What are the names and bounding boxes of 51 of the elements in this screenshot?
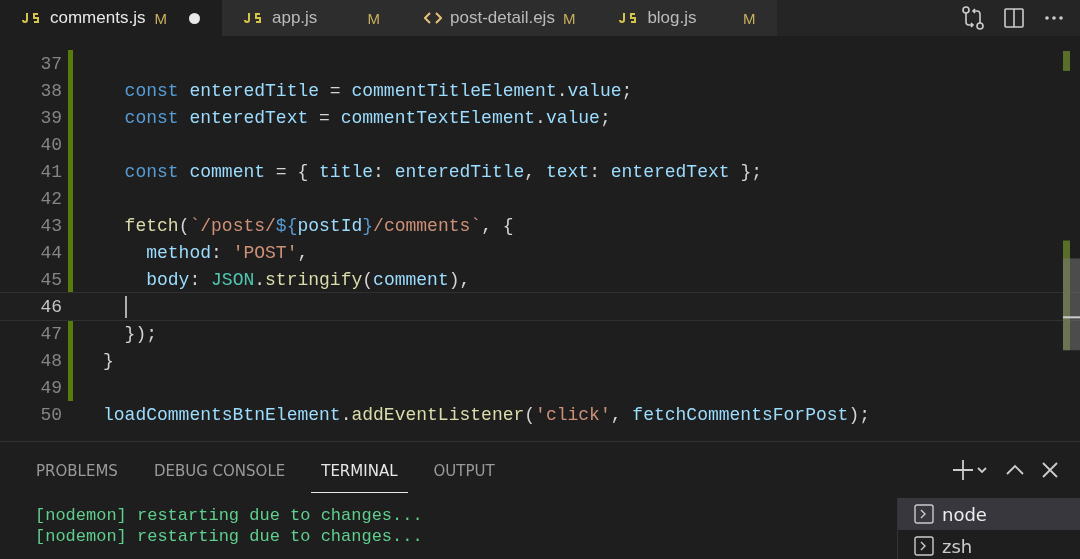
code-line: fetch(`/posts/${postId}/comments`, { [123,215,514,236]
modified-label: M [367,9,380,27]
panel-tab[interactable]: OUTPUT [423,447,505,493]
panel-tab[interactable]: TERMINAL [311,447,408,493]
line-number: 38 [39,80,62,101]
code-line: const enteredTitle = commentTitleElement.value; [123,80,633,101]
panel-tab[interactable]: DEBUG CONSOLE [143,447,296,493]
editor-tab[interactable]: post-detail.ejs M [402,0,598,36]
code-line: loadCommentsBtnElement.addEventListener('click', fetchCommentsForPost); [103,404,870,425]
js-file-icon [22,11,42,25]
line-number: 39 [39,107,62,128]
line-number: 46 [39,296,62,317]
line-number: 49 [39,377,62,398]
code-line: const enteredText = commentTextElement.value; [123,107,611,128]
terminal-item[interactable]: node [898,498,1080,530]
line-number: 42 [39,188,62,209]
panel-tab[interactable]: PROBLEMS [26,447,128,493]
editor-tab[interactable]: comments.js M [0,0,222,36]
code-line: body: JSON.stringify(comment), [145,269,471,290]
line-number: 48 [39,350,62,371]
modified-label: M [154,9,167,27]
split-editor-icon[interactable] [1004,8,1024,28]
terminal-line: [nodemon] restarting due to changes... [35,526,424,547]
code-file-icon [424,11,442,25]
editor-tab[interactable]: blog.js M [597,0,778,36]
line-number: 40 [39,134,62,155]
code-line: }); [123,323,157,344]
compare-changes-icon[interactable] [962,6,984,30]
maximize-panel-icon[interactable] [1006,464,1024,476]
close-icon[interactable] [1042,462,1058,478]
line-number: 44 [39,242,62,263]
js-file-icon [244,11,264,25]
line-number: 47 [39,323,62,344]
line-number: 50 [39,404,62,425]
code-line: const comment = { title: enteredTitle, text: enteredText }; [123,161,762,182]
terminal-icon [914,504,934,524]
line-number: 43 [39,215,62,236]
new-terminal-icon[interactable] [952,459,988,481]
line-number: 45 [39,269,62,290]
modified-label: M [742,9,756,27]
code-line: method: 'POST', [145,242,309,263]
terminal-line: [nodemon] restarting due to changes... [35,505,424,526]
terminal-item[interactable]: zsh [898,530,1080,559]
more-icon[interactable] [1044,15,1064,21]
code-line: } [103,350,114,371]
modified-label: M [562,9,576,27]
text-cursor [125,295,127,318]
line-number: 37 [39,53,62,74]
editor-tab[interactable]: app.js M [222,0,402,36]
line-number: 41 [39,161,62,182]
terminal-icon [914,536,934,556]
